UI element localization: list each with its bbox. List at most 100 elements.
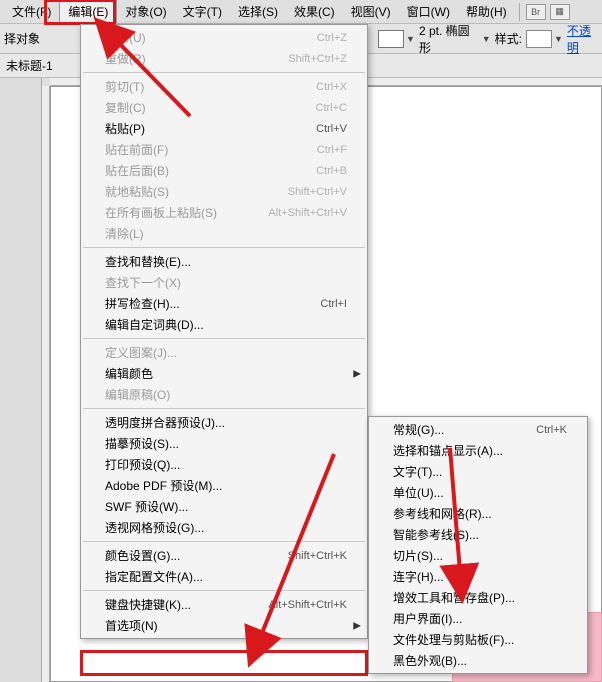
ruler-vertical (42, 86, 50, 682)
menu-item-shortcut: Shift+Ctrl+K (264, 550, 347, 562)
style-swatch-dd[interactable]: ▼ (526, 30, 563, 48)
tool-panel (0, 78, 42, 682)
menu-item-label: 编辑颜色 (105, 365, 153, 382)
edit-menu-item: 就地粘贴(S)Shift+Ctrl+V (81, 181, 367, 202)
menu-object[interactable]: 对象(O) (117, 1, 174, 22)
edit-menu-item[interactable]: 透视网格预设(G)... (81, 517, 367, 538)
opacity-link[interactable]: 不透明 (567, 22, 602, 56)
menu-item-label: 连字(H)... (393, 568, 444, 585)
menu-item-label: 查找和替换(E)... (105, 253, 191, 270)
edit-menu-item[interactable]: 首选项(N)▶ (81, 615, 367, 636)
edit-menu-item[interactable]: 指定配置文件(A)... (81, 566, 367, 587)
edit-menu-item: 贴在后面(B) Ctrl+B (81, 160, 367, 181)
document-tab[interactable]: 未标题-1 (6, 57, 53, 74)
edit-menu-item[interactable]: 描摹预设(S)... (81, 433, 367, 454)
dropdown-arrow-icon: ▼ (406, 34, 415, 44)
menu-item-label: 在所有画板上粘贴(S) (105, 204, 217, 221)
menu-item-label: 粘贴(P) (105, 120, 145, 137)
menu-item-label: 查找下一个(X) (105, 274, 181, 291)
menu-item-shortcut: Ctrl+X (292, 81, 347, 93)
menu-item-label: 描摹预设(S)... (105, 435, 179, 452)
edit-menu-item: 定义图案(J)... (81, 342, 367, 363)
edit-menu-item[interactable]: 粘贴(P)Ctrl+V (81, 118, 367, 139)
menu-item-shortcut: Alt+Shift+Ctrl+K (244, 599, 347, 611)
pref-submenu-item[interactable]: 文件处理与剪贴板(F)... (369, 629, 587, 650)
pref-submenu-item[interactable]: 智能参考线(S)... (369, 524, 587, 545)
pref-submenu-item[interactable]: 连字(H)... (369, 566, 587, 587)
menu-effect[interactable]: 效果(C) (286, 1, 343, 22)
menu-item-label: 打印预设(Q)... (105, 456, 180, 473)
edit-dropdown: 还原(U)Ctrl+Z重做(R)Shift+Ctrl+Z剪切(T)Ctrl+X复… (80, 24, 368, 639)
pref-submenu-item[interactable]: 用户界面(I)... (369, 608, 587, 629)
menu-help[interactable]: 帮助(H) (458, 1, 515, 22)
edit-menu-separator (83, 72, 365, 73)
menu-item-label: 定义图案(J)... (105, 344, 177, 361)
grid-icon[interactable]: ▦ (550, 4, 570, 20)
menu-item-label: 清除(L) (105, 225, 144, 242)
edit-menu-item: 查找下一个(X) (81, 272, 367, 293)
pref-submenu-item[interactable]: 切片(S)... (369, 545, 587, 566)
menu-item-label: 文字(T)... (393, 463, 442, 480)
menu-item-label: 指定配置文件(A)... (105, 568, 203, 585)
pref-submenu-item[interactable]: 常规(G)...Ctrl+K (369, 419, 587, 440)
menu-item-label: 首选项(N) (105, 617, 158, 634)
dropdown-arrow-icon: ▼ (482, 34, 491, 44)
preferences-submenu: 常规(G)...Ctrl+K 选择和锚点显示(A)... 文字(T)... 单位(U)… (368, 416, 588, 674)
pref-submenu-item[interactable]: 黑色外观(B)... (369, 650, 587, 671)
edit-menu-item[interactable]: Adobe PDF 预设(M)... (81, 475, 367, 496)
menu-item-label: 切片(S)... (393, 547, 443, 564)
stroke-width-dd[interactable]: 2 pt. 椭圆形 ▼ (419, 22, 491, 56)
edit-menu-item[interactable]: 编辑颜色 ▶ (81, 363, 367, 384)
menu-item-label: 编辑原稿(O) (105, 386, 170, 403)
menu-item-label: 透视网格预设(G)... (105, 519, 204, 536)
menu-item-shortcut: Ctrl+C (292, 102, 347, 114)
menu-view[interactable]: 视图(V) (343, 1, 399, 22)
menu-item-label: 编辑自定词典(D)... (105, 316, 204, 333)
menu-item-label: 还原(U) (105, 29, 146, 46)
pref-submenu-item[interactable]: 参考线和网格(R)... (369, 503, 587, 524)
menu-item-label: 选择和锚点显示(A)... (393, 442, 503, 459)
menu-item-label: 贴在前面(F) (105, 141, 168, 158)
select-object-label: 择对象 (4, 30, 40, 47)
menu-item-label: Adobe PDF 预设(M)... (105, 477, 222, 494)
menu-item-label: 常规(G)... (393, 421, 444, 438)
menu-item-label: 增效工具和暂存盘(P)... (393, 589, 515, 606)
menu-edit[interactable]: 编辑(E) (59, 0, 117, 23)
menu-item-shortcut: Ctrl+B (292, 165, 347, 177)
style-label: 样式: (495, 30, 522, 47)
pref-submenu-item[interactable]: 增效工具和暂存盘(P)... (369, 587, 587, 608)
submenu-arrow-icon: ▶ (353, 368, 361, 379)
edit-menu-item[interactable]: SWF 预设(W)... (81, 496, 367, 517)
edit-menu-item[interactable]: 查找和替换(E)... (81, 251, 367, 272)
edit-menu-item: 编辑原稿(O) (81, 384, 367, 405)
menu-window[interactable]: 窗口(W) (399, 1, 458, 22)
edit-menu-item[interactable]: 键盘快捷键(K)...Alt+Shift+Ctrl+K (81, 594, 367, 615)
menu-item-shortcut: Alt+Shift+Ctrl+V (244, 207, 347, 219)
edit-menu-item[interactable]: 编辑自定词典(D)... (81, 314, 367, 335)
menu-item-label: 剪切(T) (105, 78, 144, 95)
edit-menu-separator (83, 590, 365, 591)
stroke-swatch-dd[interactable]: ▼ (378, 30, 415, 48)
menu-item-shortcut: Ctrl+Z (293, 32, 347, 44)
pref-submenu-item[interactable]: 单位(U)... (369, 482, 587, 503)
menu-item-label: 文件处理与剪贴板(F)... (393, 631, 514, 648)
pref-submenu-item[interactable]: 文字(T)... (369, 461, 587, 482)
pref-submenu-item[interactable]: 选择和锚点显示(A)... (369, 440, 587, 461)
edit-menu-item: 复制(C)Ctrl+C (81, 97, 367, 118)
edit-menu-item[interactable]: 透明度拼合器预设(J)... (81, 412, 367, 433)
menu-item-label: 透明度拼合器预设(J)... (105, 414, 225, 431)
menu-item-label: 智能参考线(S)... (393, 526, 479, 543)
edit-menu-item[interactable]: 打印预设(Q)... (81, 454, 367, 475)
menu-item-label: 贴在后面(B) (105, 162, 169, 179)
edit-menu-item: 在所有画板上粘贴(S) Alt+Shift+Ctrl+V (81, 202, 367, 223)
edit-menu-separator (83, 247, 365, 248)
edit-menu-item[interactable]: 拼写检查(H)...Ctrl+I (81, 293, 367, 314)
edit-menu-item[interactable]: 颜色设置(G)...Shift+Ctrl+K (81, 545, 367, 566)
menu-type[interactable]: 文字(T) (175, 1, 230, 22)
bridge-icon[interactable]: Br (526, 4, 546, 20)
menu-item-label: 用户界面(I)... (393, 610, 462, 627)
edit-menu-item: 还原(U) Ctrl+Z (81, 27, 367, 48)
menu-select[interactable]: 选择(S) (230, 1, 286, 22)
edit-menu-separator (83, 541, 365, 542)
menu-file[interactable]: 文件(F) (4, 1, 59, 22)
